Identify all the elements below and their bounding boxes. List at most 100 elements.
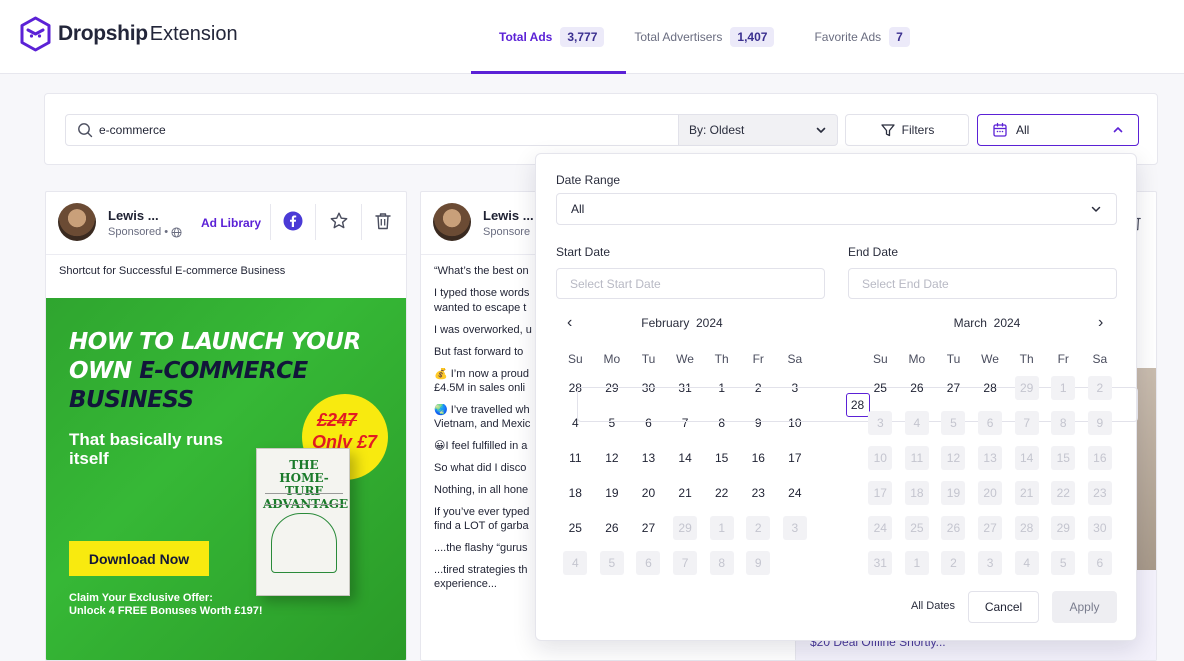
calendar-day[interactable]: 19 [594,475,631,510]
calendar-day: 11 [899,440,936,475]
calendar-day-number: 19 [605,485,619,500]
ad-body-line: I typed those words [434,287,530,299]
tab-total-advertisers[interactable]: Total Advertisers 1,407 [626,0,798,74]
month-name: February [641,316,690,330]
tab-count-badge: 7 [889,27,910,47]
calendar-day[interactable]: 26 [899,370,936,405]
apply-button[interactable]: Apply [1052,591,1117,623]
calendar-day[interactable]: 23 [740,475,777,510]
calendar-day-number: 12 [605,450,619,465]
calendar-day[interactable]: 27 [630,510,667,545]
tab-total-ads[interactable]: Total Ads 3,777 [471,0,627,74]
calendar-day[interactable]: 25 [862,370,899,405]
calendar-day-number: 19 [941,480,966,505]
calendar-day-number: 16 [1087,445,1112,470]
calendar-day-number: 8 [709,550,734,575]
divider [361,204,362,240]
ad-creative-image[interactable]: HOW TO LAUNCH YOUR OWN E-COMMERCE BUSINE… [46,298,406,660]
download-now-banner: Download Now [69,541,209,576]
advertiser-name[interactable]: Lewis ... [483,208,534,223]
ad-body-line: 😀I feel fulfilled in a [434,440,528,452]
tab-label: Total Ads [499,30,553,44]
calendar-day: 29 [667,510,704,545]
calendar-day-number: 29 [1051,515,1076,540]
ad-body-line: 🌏 I’ve travelled wh [434,404,530,416]
calendar-day-number: 30 [1087,515,1112,540]
chevron-up-icon [1113,127,1123,133]
tab-count-badge: 3,777 [560,27,605,47]
calendar-day[interactable]: 27 [935,370,972,405]
calendar-day: 27 [972,510,1009,545]
all-dates-link[interactable]: All Dates [911,600,955,612]
calendar-day: 14 [1008,440,1045,475]
calendar-day: 6 [630,545,667,580]
cancel-button[interactable]: Cancel [968,591,1039,623]
calendar-day[interactable]: 16 [740,440,777,475]
calendar-day-number: 5 [599,550,624,575]
date-range-value: All [571,202,585,216]
advertiser-avatar[interactable] [58,203,96,241]
brand-logo[interactable]: Dropship Extension [19,16,238,52]
calendar-day-number: 8 [1051,410,1076,435]
calendar-day: 9 [1082,405,1119,440]
search-input[interactable] [99,123,659,137]
sort-select[interactable]: By: Oldest [678,114,838,146]
calendar-day: 21 [1008,475,1045,510]
calendar-day[interactable]: 14 [667,440,704,475]
calendar-day-number: 23 [1087,480,1112,505]
facebook-icon[interactable] [283,211,303,231]
weekday-label: Su [567,352,583,366]
creative-headline-line: OWN E-COMMERCE [69,357,389,386]
calendar-day: 19 [935,475,972,510]
advertiser-avatar[interactable] [433,203,471,241]
calendar-day-number: 26 [605,520,619,535]
calendar-day-number: 15 [714,450,729,465]
tab-favorite-ads[interactable]: Favorite Ads 7 [798,0,937,74]
calendar-day: 16 [1082,440,1119,475]
filters-button[interactable]: Filters [845,114,969,146]
calendar-day-number: 1 [904,550,929,575]
end-date-input[interactable]: Select End Date [848,268,1117,299]
calendar-day: 3 [972,545,1009,580]
calendar-day: 3 [777,510,814,545]
calendar-day[interactable]: 28 [972,370,1009,405]
calendar-day[interactable]: 13 [630,440,667,475]
ad-library-link[interactable]: Ad Library [201,216,261,230]
start-date-input[interactable]: Select Start Date [556,268,825,299]
calendar-day: 23 [1082,475,1119,510]
calendar-day[interactable]: 25 [557,510,594,545]
claim-offer-text: Claim Your Exclusive Offer: Unlock 4 FRE… [69,592,263,618]
calendar-day[interactable]: 24 [777,475,814,510]
calendar-day[interactable]: 11 [557,440,594,475]
trash-icon[interactable] [374,211,392,231]
calendar-day[interactable]: 20 [630,475,667,510]
calendar-day: 5 [1045,545,1082,580]
calendar-day-number: 17 [868,480,893,505]
advertiser-name[interactable]: Lewis ... [108,208,159,223]
weekday-label: Tu [641,352,656,366]
star-icon[interactable] [329,211,349,231]
calendar-day[interactable]: 18 [557,475,594,510]
divider [315,204,316,240]
calendar-day[interactable]: 21 [667,475,704,510]
calendar-day[interactable]: 26 [594,510,631,545]
search-box[interactable] [65,114,679,146]
calendar-day: 5 [594,545,631,580]
creative-headline-line: HOW TO LAUNCH YOUR [69,329,361,355]
tab-count-badge: 1,407 [730,27,775,47]
book-illustration [271,513,337,573]
calendar-day[interactable]: 12 [594,440,631,475]
calendar-day-number: 25 [873,380,887,395]
calendar-day[interactable]: 17 [777,440,814,475]
calendar-day[interactable]: 15 [703,440,740,475]
calendar-day-number: 18 [904,480,929,505]
calendar-day[interactable]: 22 [703,475,740,510]
globe-icon [171,226,182,238]
calendar-day: 30 [1082,510,1119,545]
date-range-select[interactable]: All [556,193,1117,225]
tab-label: Total Advertisers [634,30,723,44]
calendar-day: 28 [1008,510,1045,545]
calendar-day-number: 5 [941,410,966,435]
ad-body-line: £4.5M in sales onli [434,382,526,394]
date-filter-button[interactable]: All [977,114,1139,146]
